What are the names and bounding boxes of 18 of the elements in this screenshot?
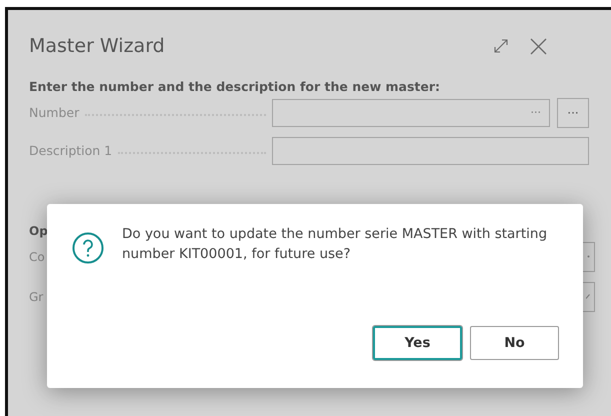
yes-button[interactable]: Yes (373, 326, 462, 360)
close-icon[interactable] (530, 38, 547, 54)
section-heading: Op (29, 224, 48, 238)
question-icon (72, 232, 104, 264)
ellipsis-icon: ··· (530, 106, 541, 119)
expand-icon[interactable] (493, 38, 509, 54)
no-button[interactable]: No (470, 326, 559, 360)
window-title: Master Wizard (29, 35, 166, 57)
field-label: Gr (29, 290, 44, 304)
field-label: Description 1 (29, 143, 112, 158)
dialog-message: Do you want to update the number serie MASTER with starting number KIT00001, for future use? (122, 225, 548, 264)
section-heading: Enter the number and the description for the new master: (29, 79, 442, 94)
field-label: Co (29, 250, 45, 264)
input-field[interactable] (272, 136, 589, 164)
field-label: Number (29, 105, 80, 120)
more-button[interactable]: ··· (557, 98, 589, 128)
chevron-icon (586, 294, 590, 299)
dot-icon (587, 255, 590, 258)
